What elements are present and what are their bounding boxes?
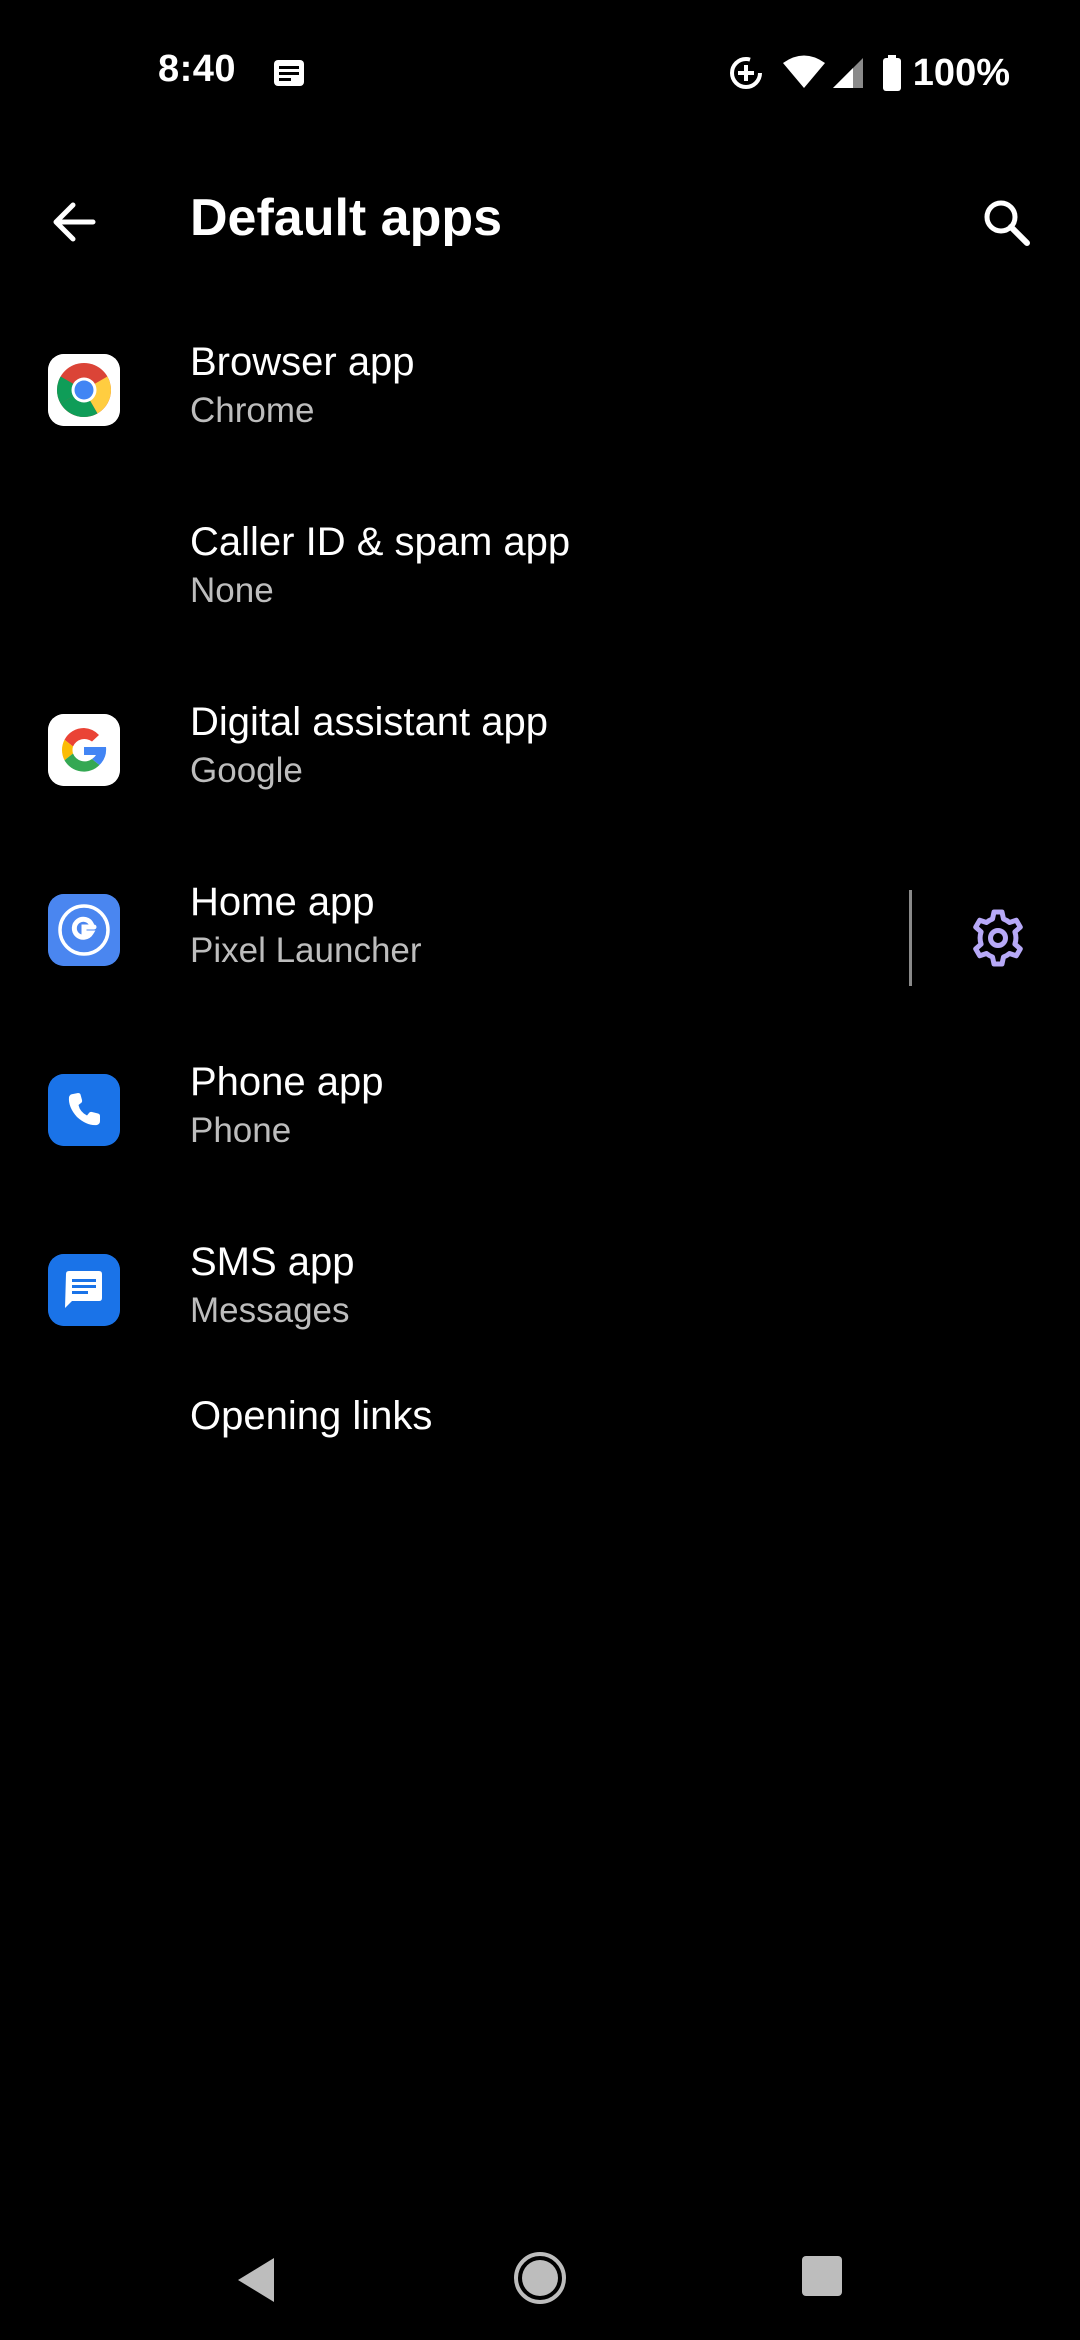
home-app-summary: Pixel Launcher	[190, 931, 422, 970]
sms-app-summary: Messages	[190, 1291, 350, 1330]
home-app-title: Home app	[190, 880, 375, 924]
caller-id-app-summary: None	[190, 571, 274, 610]
gear-icon	[973, 909, 1023, 967]
status-icons: 100%	[727, 48, 1010, 98]
divider	[909, 890, 912, 986]
opening-links-item[interactable]: Opening links	[0, 1380, 1080, 1500]
caller-id-app-item[interactable]: Caller ID & spam app None	[0, 480, 1080, 660]
arrow-back-icon	[53, 202, 96, 242]
app-bar: Default apps	[0, 150, 1080, 290]
google-icon	[48, 714, 120, 786]
signal-icon	[832, 58, 863, 88]
phone-app-summary: Phone	[190, 1111, 292, 1150]
digital-assistant-app-summary: Google	[190, 751, 303, 790]
data-saver-icon	[729, 57, 762, 89]
search-button[interactable]	[966, 182, 1046, 262]
page-title: Default apps	[190, 189, 503, 247]
pixel-launcher-icon	[48, 894, 120, 966]
battery-percent: 100%	[912, 51, 1010, 94]
phone-app-item[interactable]: Phone app Phone	[0, 1020, 1080, 1200]
battery-icon	[882, 55, 901, 91]
status-time: 8:40	[158, 48, 237, 90]
nav-back-icon[interactable]	[230, 2252, 286, 2308]
default-apps-list: Browser app Chrome Caller ID & spam app …	[0, 300, 1080, 1500]
status-bar: 8:40 100%	[0, 0, 1080, 150]
search-icon	[984, 200, 1030, 246]
nav-recents-icon[interactable]	[800, 2254, 844, 2298]
browser-app-title: Browser app	[190, 340, 415, 384]
sms-app-title: SMS app	[190, 1240, 355, 1284]
home-app-settings-button[interactable]	[950, 890, 1046, 986]
browser-app-item[interactable]: Browser app Chrome	[0, 300, 1080, 480]
back-button[interactable]	[34, 182, 114, 262]
digital-assistant-app-item[interactable]: Digital assistant app Google	[0, 660, 1080, 840]
phone-icon	[48, 1074, 120, 1146]
browser-app-summary: Chrome	[190, 391, 315, 430]
navigation-bar	[0, 2220, 1080, 2340]
wifi-icon	[782, 55, 825, 88]
caller-id-app-title: Caller ID & spam app	[190, 520, 571, 564]
nav-home-icon[interactable]	[512, 2250, 568, 2306]
digital-assistant-app-title: Digital assistant app	[190, 700, 548, 744]
sms-app-item[interactable]: SMS app Messages	[0, 1200, 1080, 1380]
chrome-icon	[48, 354, 120, 426]
phone-app-title: Phone app	[190, 1060, 384, 1104]
opening-links-title: Opening links	[190, 1394, 433, 1438]
home-app-item[interactable]: Home app Pixel Launcher	[0, 840, 1080, 1020]
messages-icon	[48, 1254, 120, 1326]
notification-icon	[274, 60, 304, 86]
